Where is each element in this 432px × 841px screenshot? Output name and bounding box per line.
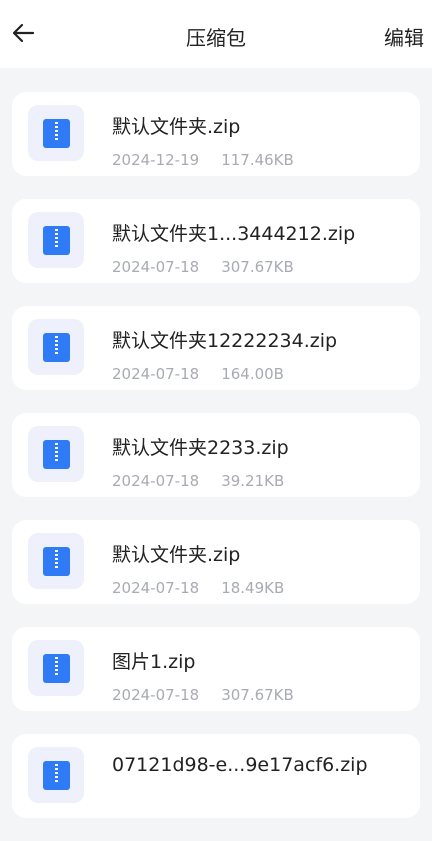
zip-file-icon-container: [28, 640, 84, 696]
file-name: 默认文件夹.zip: [112, 544, 241, 566]
file-size: 117.46KB: [221, 151, 294, 169]
file-size: 307.67KB: [221, 686, 294, 704]
file-item[interactable]: 默认文件夹12222234.zip 2024-07-18 164.00B: [12, 306, 420, 390]
file-size: 307.67KB: [221, 258, 294, 276]
file-meta: 2024-07-18 307.67KB: [112, 258, 294, 276]
file-meta: 2024-07-18 164.00B: [112, 365, 284, 383]
zip-file-icon: [42, 118, 70, 148]
zip-file-icon-container: [28, 426, 84, 482]
file-date: 2024-07-18: [112, 258, 200, 276]
zip-file-icon: [42, 760, 70, 790]
zip-file-icon-container: [28, 105, 84, 161]
file-date: 2024-07-18: [112, 579, 200, 597]
app-header: 压缩包 编辑: [0, 0, 432, 68]
file-date: 2024-12-19: [112, 151, 200, 169]
zip-file-icon: [42, 332, 70, 362]
file-size: 39.21KB: [221, 472, 285, 490]
zip-file-icon: [42, 546, 70, 576]
zip-file-icon-container: [28, 319, 84, 375]
file-item[interactable]: 图片1.zip 2024-07-18 307.67KB: [12, 627, 420, 711]
file-name: 默认文件夹1...3444212.zip: [112, 223, 356, 245]
file-date: 2024-07-18: [112, 365, 200, 383]
file-item[interactable]: 默认文件夹1...3444212.zip 2024-07-18 307.67KB: [12, 199, 420, 283]
file-item[interactable]: 默认文件夹2233.zip 2024-07-18 39.21KB: [12, 413, 420, 497]
file-meta: [112, 793, 134, 811]
edit-button[interactable]: 编辑: [384, 22, 424, 51]
zip-file-icon-container: [28, 212, 84, 268]
file-name: 默认文件夹2233.zip: [112, 437, 289, 459]
file-name: 默认文件夹12222234.zip: [112, 330, 338, 352]
file-name: 图片1.zip: [112, 651, 196, 673]
zip-file-icon: [42, 225, 70, 255]
file-meta: 2024-12-19 117.46KB: [112, 151, 294, 169]
file-list: 默认文件夹.zip 2024-12-19 117.46KB 默认文件夹1...34…: [12, 92, 420, 841]
file-meta: 2024-07-18 307.67KB: [112, 686, 294, 704]
zip-file-icon: [42, 439, 70, 469]
file-date: 2024-07-18: [112, 686, 200, 704]
file-item[interactable]: 默认文件夹.zip 2024-07-18 18.49KB: [12, 520, 420, 604]
file-date: 2024-07-18: [112, 472, 200, 490]
file-item[interactable]: 默认文件夹.zip 2024-12-19 117.46KB: [12, 92, 420, 176]
zip-file-icon: [42, 653, 70, 683]
file-size: 18.49KB: [221, 579, 285, 597]
file-name: 默认文件夹.zip: [112, 116, 241, 138]
file-item[interactable]: 07121d98-e...9e17acf6.zip: [12, 734, 420, 818]
page-title: 压缩包: [186, 26, 246, 50]
zip-file-icon-container: [28, 533, 84, 589]
file-meta: 2024-07-18 18.49KB: [112, 579, 284, 597]
file-size: 164.00B: [221, 365, 284, 383]
file-name: 07121d98-e...9e17acf6.zip: [112, 754, 368, 776]
file-meta: 2024-07-18 39.21KB: [112, 472, 284, 490]
zip-file-icon-container: [28, 747, 84, 803]
